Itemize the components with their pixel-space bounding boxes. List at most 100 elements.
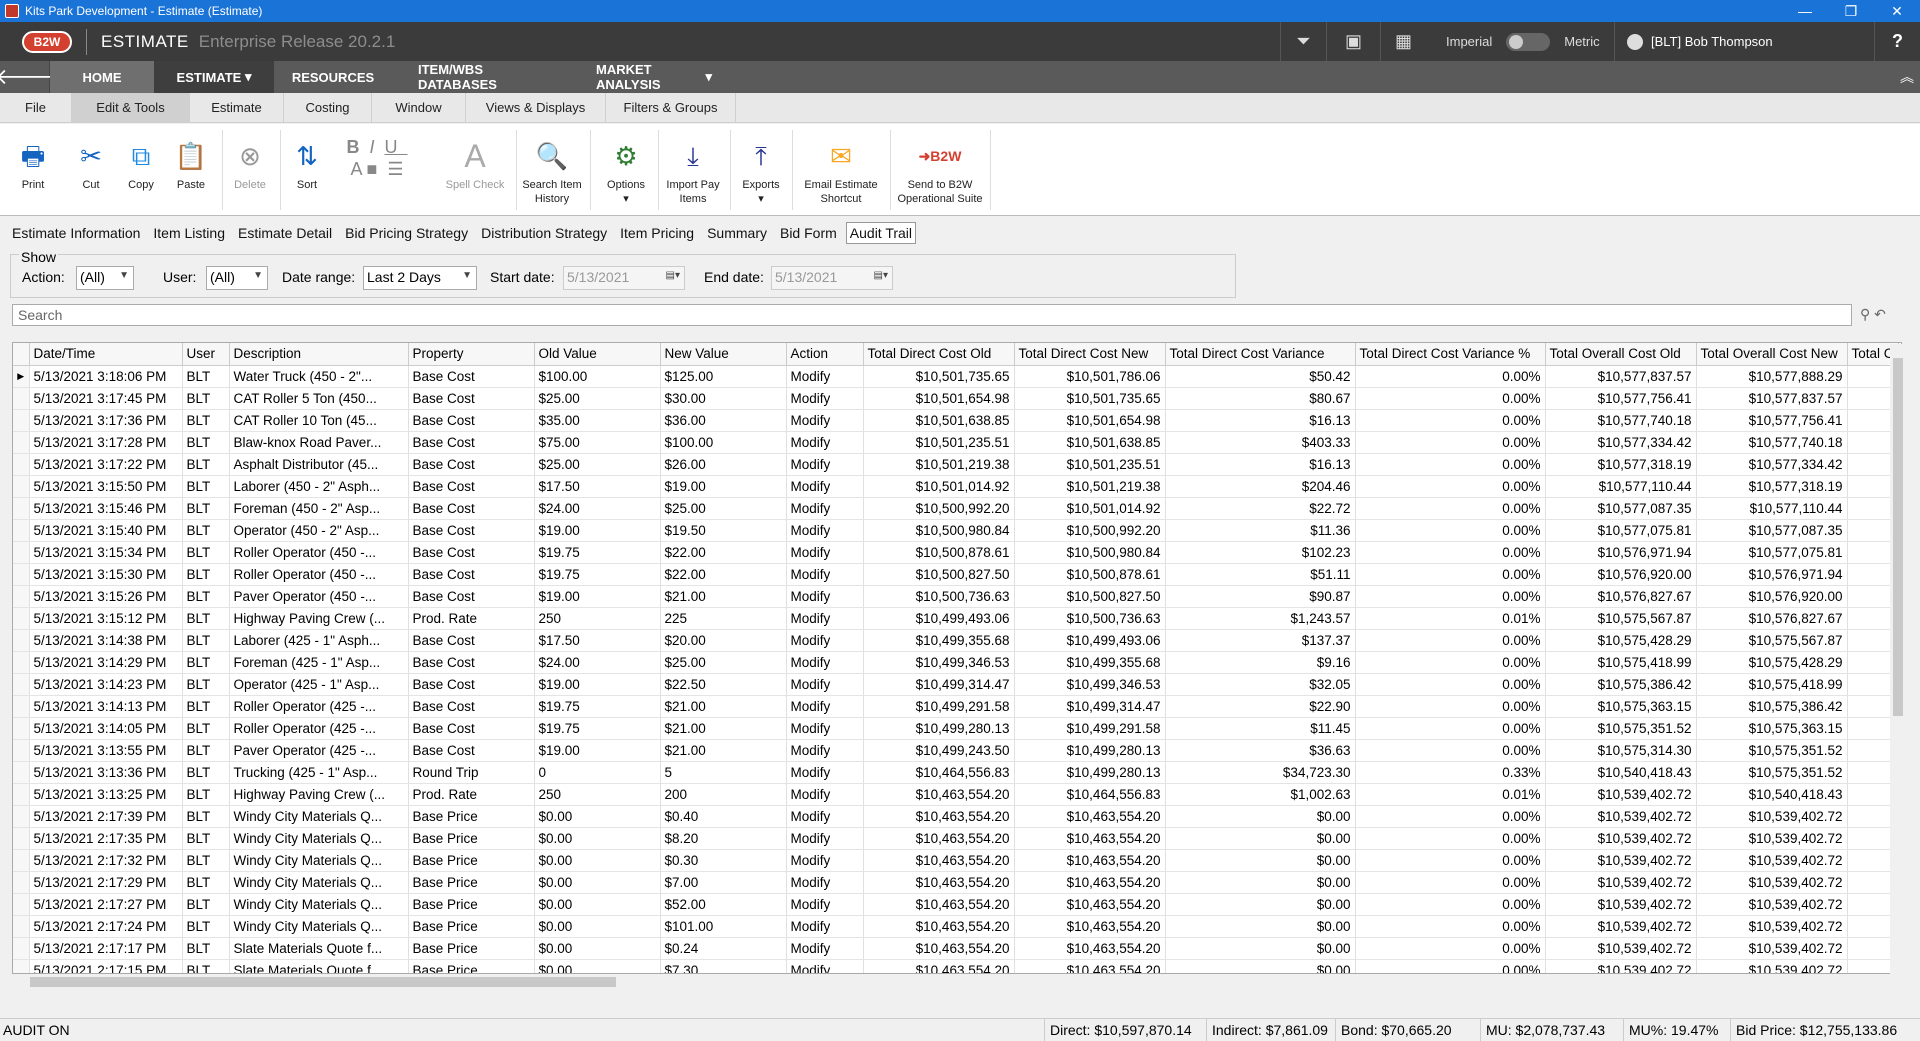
- search-item-history-button[interactable]: 🔍 Search Item History: [520, 124, 584, 216]
- table-row[interactable]: 5/13/2021 3:14:29 PM BLT Foreman (425 - 1"…: [13, 651, 1899, 674]
- table-row[interactable]: ▶ 5/13/2021 3:18:06 PM BLT Water Truck (450…: [13, 365, 1899, 388]
- tab-distribution-strategy[interactable]: Distribution Strategy: [477, 222, 611, 244]
- nav-market-analysis[interactable]: MARKET ANALYSIS ▾: [570, 61, 738, 93]
- end-date-picker[interactable]: 5/13/2021 ▤▾: [771, 266, 893, 290]
- column-header[interactable]: Total Overall Cost New: [1696, 343, 1848, 366]
- table-row[interactable]: 5/13/2021 3:17:36 PM BLT CAT Roller 10 Ton…: [13, 409, 1899, 432]
- table-row[interactable]: 5/13/2021 3:14:13 PM BLT Roller Operator (…: [13, 695, 1899, 718]
- calculator-icon[interactable]: ▦: [1380, 22, 1426, 61]
- tab-window[interactable]: Window: [372, 93, 466, 122]
- font-color-icon[interactable]: A: [350, 159, 361, 179]
- tab-bid-pricing-strategy[interactable]: Bid Pricing Strategy: [341, 222, 472, 244]
- tab-item-pricing[interactable]: Item Pricing: [616, 222, 698, 244]
- tab-costing[interactable]: Costing: [284, 93, 372, 122]
- column-header[interactable]: Action: [786, 343, 864, 366]
- tab-estimate-detail[interactable]: Estimate Detail: [234, 222, 336, 244]
- tab-edit-tools[interactable]: Edit & Tools: [72, 93, 190, 122]
- send-to-b2w-button[interactable]: ➜B2W Send to B2W Operational Suite: [894, 124, 986, 216]
- table-row[interactable]: 5/13/2021 2:17:15 PM BLT Slate Materials Q…: [13, 959, 1899, 973]
- sort-button[interactable]: ⇅ Sort: [284, 124, 330, 216]
- screen-icon[interactable]: ▣: [1326, 22, 1380, 61]
- spell-check-button[interactable]: A Spell Check: [440, 124, 510, 216]
- column-header[interactable]: User: [182, 343, 230, 366]
- delete-button[interactable]: ⊗ Delete: [226, 124, 274, 216]
- column-header[interactable]: Total Direct Cost Old: [863, 343, 1015, 366]
- unit-switch[interactable]: [1506, 32, 1551, 51]
- search-icon[interactable]: ⚲: [1860, 306, 1870, 322]
- tab-estimate-information[interactable]: Estimate Information: [8, 222, 144, 244]
- tab-estimate[interactable]: Estimate: [190, 93, 284, 122]
- column-header[interactable]: Old Value: [534, 343, 661, 366]
- vertical-scrollbar[interactable]: [1890, 344, 1906, 974]
- italic-icon[interactable]: I: [369, 137, 384, 157]
- table-row[interactable]: 5/13/2021 3:15:40 PM BLT Operator (450 - 2…: [13, 519, 1899, 542]
- user-menu[interactable]: [BLT] Bob Thompson: [1614, 22, 1773, 61]
- underline-icon[interactable]: U: [385, 137, 408, 157]
- tab-audit-trail[interactable]: Audit Trail: [845, 222, 917, 244]
- print-button[interactable]: 🖶 Print: [10, 124, 56, 216]
- import-pay-items-button[interactable]: ⤓ Import Pay Items: [662, 124, 724, 216]
- table-row[interactable]: 5/13/2021 3:15:34 PM BLT Roller Operator (…: [13, 541, 1899, 564]
- table-row[interactable]: 5/13/2021 2:17:24 PM BLT Windy City Materi…: [13, 915, 1899, 938]
- table-row[interactable]: 5/13/2021 3:17:45 PM BLT CAT Roller 5 Ton …: [13, 387, 1899, 410]
- tab-file[interactable]: File: [0, 93, 72, 122]
- table-row[interactable]: 5/13/2021 2:17:27 PM BLT Windy City Materi…: [13, 893, 1899, 916]
- nav-item-wbs-databases[interactable]: ITEM/WBS DATABASES: [392, 61, 570, 93]
- table-row[interactable]: 5/13/2021 2:17:39 PM BLT Windy City Materi…: [13, 805, 1899, 828]
- back-arrow-icon[interactable]: 🡐: [0, 61, 54, 93]
- start-date-picker[interactable]: 5/13/2021 ▤▾: [563, 266, 685, 290]
- table-row[interactable]: 5/13/2021 3:15:30 PM BLT Roller Operator (…: [13, 563, 1899, 586]
- collapse-icon[interactable]: ︽: [1894, 61, 1920, 93]
- table-row[interactable]: 5/13/2021 3:17:28 PM BLT Blaw-knox Road Pa…: [13, 431, 1899, 454]
- table-row[interactable]: 5/13/2021 3:15:26 PM BLT Paver Operator (4…: [13, 585, 1899, 608]
- tab-summary[interactable]: Summary: [703, 222, 771, 244]
- scroll-thumb[interactable]: [1893, 358, 1903, 716]
- paste-button[interactable]: 📋 Paste: [168, 124, 214, 216]
- table-row[interactable]: 5/13/2021 2:17:17 PM BLT Slate Materials Q…: [13, 937, 1899, 960]
- nav-estimate[interactable]: ESTIMATE ▾: [154, 61, 274, 93]
- table-row[interactable]: 5/13/2021 3:15:50 PM BLT Laborer (450 - 2"…: [13, 475, 1899, 498]
- help-button[interactable]: ?: [1874, 22, 1920, 61]
- table-row[interactable]: 5/13/2021 3:15:46 PM BLT Foreman (450 - 2"…: [13, 497, 1899, 520]
- table-row[interactable]: 5/13/2021 2:17:32 PM BLT Windy City Materi…: [13, 849, 1899, 872]
- tab-filters-groups[interactable]: Filters & Groups: [606, 93, 736, 122]
- tab-views-displays[interactable]: Views & Displays: [466, 93, 606, 122]
- nav-resources[interactable]: RESOURCES: [274, 61, 392, 93]
- tab-bid-form[interactable]: Bid Form: [776, 222, 841, 244]
- maximize-button[interactable]: ❐: [1828, 0, 1874, 22]
- table-row[interactable]: 5/13/2021 3:13:25 PM BLT Highway Paving Cr…: [13, 783, 1899, 806]
- column-header[interactable]: Property: [408, 343, 535, 366]
- cut-button[interactable]: ✂ Cut: [68, 124, 114, 216]
- options-button[interactable]: ⚙ Options ▾: [598, 124, 654, 216]
- column-header[interactable]: Total Direct Cost Variance %: [1355, 343, 1546, 366]
- table-row[interactable]: 5/13/2021 3:13:36 PM BLT Trucking (425 - 1…: [13, 761, 1899, 784]
- table-row[interactable]: 5/13/2021 3:14:05 PM BLT Roller Operator (…: [13, 717, 1899, 740]
- exports-button[interactable]: ⤒ Exports ▾: [734, 124, 788, 216]
- user-select[interactable]: (All) ▼: [206, 266, 268, 290]
- column-header[interactable]: Total Direct Cost New: [1014, 343, 1166, 366]
- table-row[interactable]: 5/13/2021 3:13:55 PM BLT Paver Operator (4…: [13, 739, 1899, 762]
- table-row[interactable]: 5/13/2021 3:15:12 PM BLT Highway Paving Cr…: [13, 607, 1899, 630]
- action-select[interactable]: (All) ▼: [76, 266, 134, 290]
- column-header[interactable]: Description: [229, 343, 409, 366]
- search-input[interactable]: Search: [12, 304, 1852, 326]
- bold-icon[interactable]: B: [346, 137, 369, 157]
- undo-icon[interactable]: ↶: [1874, 306, 1886, 322]
- column-header[interactable]: Date/Time: [29, 343, 183, 366]
- minimize-button[interactable]: —: [1782, 0, 1828, 22]
- copy-button[interactable]: ⧉ Copy: [118, 124, 164, 216]
- nav-home[interactable]: HOME: [50, 61, 154, 93]
- email-estimate-shortcut-button[interactable]: ✉ Email Estimate Shortcut: [796, 124, 886, 216]
- horizontal-scrollbar[interactable]: [12, 974, 1890, 990]
- tab-item-listing[interactable]: Item Listing: [149, 222, 229, 244]
- date-range-select[interactable]: Last 2 Days ▼: [363, 266, 477, 290]
- table-row[interactable]: 5/13/2021 3:17:22 PM BLT Asphalt Distribut…: [13, 453, 1899, 476]
- filter-icon[interactable]: ⏷: [1280, 22, 1326, 61]
- column-header[interactable]: New Value: [660, 343, 787, 366]
- table-row[interactable]: 5/13/2021 3:14:23 PM BLT Operator (425 - 1…: [13, 673, 1899, 696]
- table-row[interactable]: 5/13/2021 2:17:35 PM BLT Windy City Materi…: [13, 827, 1899, 850]
- close-button[interactable]: ✕: [1874, 0, 1920, 22]
- column-header[interactable]: Total Overall Cost Old: [1545, 343, 1697, 366]
- column-header[interactable]: Total Direct Cost Variance: [1165, 343, 1356, 366]
- table-row[interactable]: 5/13/2021 3:14:38 PM BLT Laborer (425 - 1"…: [13, 629, 1899, 652]
